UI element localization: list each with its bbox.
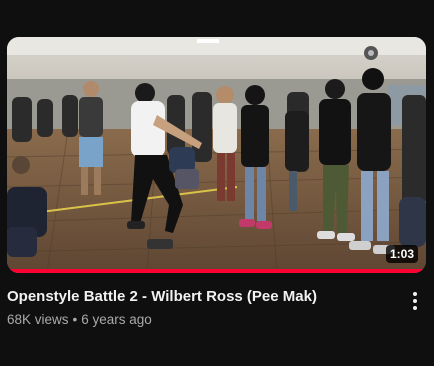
watch-progress-fill [7,269,426,273]
duration-badge: 1:03 [385,245,418,263]
more-vert-icon [413,292,417,310]
thumbnail-image [7,37,426,273]
video-card[interactable]: 1:03 Openstyle Battle 2 - Wilbert Ross (… [0,0,434,366]
video-metadata: 68K views • 6 years ago [7,311,152,329]
meta-separator: • [72,312,78,327]
view-count: 68K views [7,312,69,327]
upload-age: 6 years ago [81,312,152,327]
watch-progress-bar [7,269,426,273]
more-actions-button[interactable] [405,289,425,313]
video-title[interactable]: Openstyle Battle 2 - Wilbert Ross (Pee M… [7,287,387,307]
video-thumbnail[interactable]: 1:03 [7,37,426,273]
